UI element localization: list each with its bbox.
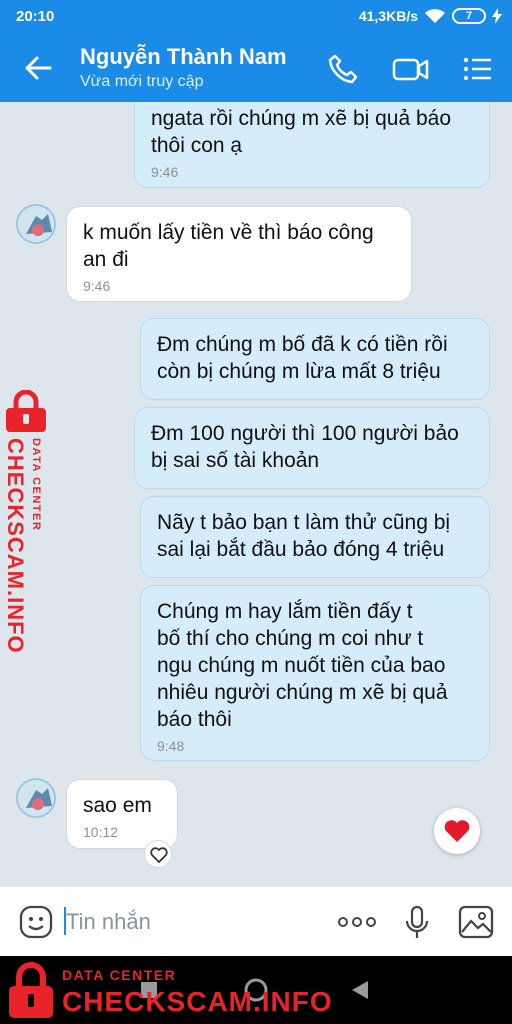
back-arrow-icon[interactable] <box>22 52 54 84</box>
contact-status: Vừa mới truy cập <box>80 73 204 90</box>
watermark-label: DATA CENTER <box>30 438 42 532</box>
chat-header: Nguyễn Thành Nam Vừa mới truy cập <box>0 34 512 102</box>
message-incoming[interactable]: sao em 10:12 <box>66 779 178 849</box>
heart-icon <box>444 820 470 842</box>
status-time: 20:10 <box>16 8 55 25</box>
heart-outline-icon <box>150 847 168 863</box>
back-button[interactable] <box>350 979 370 1001</box>
quick-reaction-heart[interactable] <box>434 808 480 854</box>
watermark-brand-bottom: CHECKSCAM.INFO <box>62 986 333 1017</box>
message-incoming[interactable]: k muốn lấy tiền về thì báo công an đi 9:… <box>66 206 412 302</box>
message-text: ngata rồi chúng m xẽ bị quả báo thôi con… <box>151 107 452 157</box>
message-text: Đm 100 người thì 100 người bảo bị sai số… <box>151 422 459 472</box>
more-dots-icon[interactable] <box>337 915 377 929</box>
microphone-icon[interactable] <box>404 905 430 941</box>
video-call-icon[interactable] <box>392 52 430 86</box>
message-outgoing[interactable]: Chúng m hay lắm tiền đấy t bố thí cho ch… <box>140 585 490 761</box>
watermark-vertical: CHECKSCAM.INFO DATA CENTER <box>2 390 56 654</box>
message-list[interactable]: ngata rồi chúng m xẽ bị quả báo thôi con… <box>0 102 512 886</box>
status-bar: 20:10 41,3KB/s 7 <box>0 0 512 34</box>
battery-indicator: 7 <box>452 8 486 24</box>
message-outgoing[interactable]: Đm 100 người thì 100 người bảo bị sai số… <box>134 407 490 489</box>
menu-list-icon[interactable] <box>460 52 494 86</box>
message-text: Đm chúng m bố đã k có tiền rồi còn bị ch… <box>157 333 448 383</box>
avatar-image <box>18 780 54 816</box>
sticker-icon[interactable] <box>18 904 54 940</box>
message-time: 10:12 <box>83 824 119 840</box>
message-input-bar: Tin nhắn <box>0 886 512 956</box>
avatar-image <box>18 206 54 242</box>
image-icon[interactable] <box>458 905 494 939</box>
message-time: 9:46 <box>151 164 179 180</box>
message-text: Chúng m hay lắm tiền đấy t bố thí cho ch… <box>157 600 448 731</box>
message-outgoing[interactable]: Nãy t bảo bạn t làm thử cũng bị sai lại … <box>140 496 490 578</box>
message-time: 9:46 <box>83 278 111 294</box>
phone-icon[interactable] <box>326 52 360 86</box>
lock-icon <box>6 390 46 432</box>
contact-name[interactable]: Nguyễn Thành Nam <box>80 44 287 70</box>
message-time: 9:48 <box>157 738 185 754</box>
avatar[interactable] <box>16 204 56 244</box>
message-input[interactable]: Tin nhắn <box>66 909 151 935</box>
status-right: 41,3KB/s 7 <box>359 8 502 24</box>
wifi-icon <box>425 9 445 23</box>
watermark-label-bottom: DATA CENTER <box>62 967 177 983</box>
message-text: k muốn lấy tiền về thì báo công an đi <box>83 221 374 271</box>
avatar[interactable] <box>16 778 56 818</box>
reaction-heart-button[interactable] <box>144 840 172 868</box>
network-speed: 41,3KB/s <box>358 8 418 24</box>
lock-icon <box>9 962 53 1018</box>
message-outgoing[interactable]: Đm chúng m bố đã k có tiền rồi còn bị ch… <box>140 318 490 400</box>
message-text: sao em <box>83 794 152 817</box>
message-text: Nãy t bảo bạn t làm thử cũng bị sai lại … <box>157 511 451 561</box>
watermark-brand: CHECKSCAM.INFO <box>3 438 28 654</box>
message-outgoing[interactable]: ngata rồi chúng m xẽ bị quả báo thôi con… <box>134 102 490 188</box>
charging-icon <box>492 8 502 24</box>
